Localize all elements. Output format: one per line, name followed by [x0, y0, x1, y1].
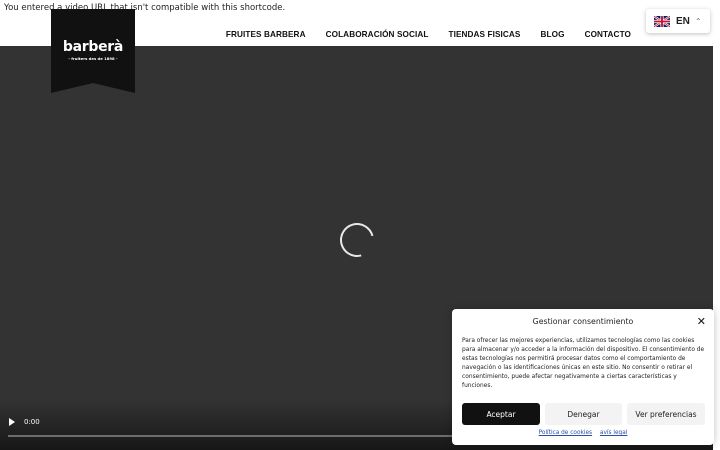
cookie-policy-link[interactable]: Política de cookies [539, 430, 592, 436]
video-progress-bar[interactable] [8, 435, 452, 437]
loading-spinner-icon [333, 216, 381, 264]
site-logo[interactable]: barberà - fruiters des de 1898 - [51, 9, 135, 93]
nav-item-colaboracion-social[interactable]: COLABORACIÓN SOCIAL [326, 30, 429, 39]
main-nav: FRUITES BARBERA COLABORACIÓN SOCIAL TIEN… [206, 30, 631, 39]
nav-item-contacto[interactable]: CONTACTO [585, 30, 631, 39]
consent-title: Gestionar consentimiento [532, 317, 634, 326]
play-icon[interactable] [9, 418, 15, 426]
uk-flag-icon [654, 15, 670, 27]
cookie-consent-dialog: Gestionar consentimiento ✕ Para ofrecer … [452, 309, 714, 445]
deny-button[interactable]: Denegar [545, 403, 622, 425]
view-preferences-button[interactable]: Ver preferencias [627, 403, 705, 425]
consent-body-text: Para ofrecer las mejores experiencias, u… [462, 338, 705, 389]
logo-tagline: - fruiters des de 1898 - [68, 56, 118, 61]
nav-item-fruites-barbera[interactable]: FRUITES BARBERA [226, 30, 306, 39]
consent-links: Política de cookies avís legal [452, 430, 714, 436]
logo-name: barberà [62, 39, 124, 55]
accept-button[interactable]: Aceptar [462, 403, 540, 425]
nav-item-tiendas-fisicas[interactable]: TIENDAS FISICAS [448, 30, 520, 39]
legal-notice-link[interactable]: avís legal [600, 430, 627, 436]
language-switcher[interactable]: EN ⌃ [646, 9, 710, 33]
close-icon[interactable]: ✕ [697, 315, 706, 328]
video-url-notice: You entered a video URL that isn't compa… [4, 3, 286, 13]
video-time: 0:00 [24, 418, 40, 426]
nav-item-blog[interactable]: BLOG [541, 30, 565, 39]
language-code: EN [676, 15, 690, 27]
chevron-up-icon: ⌃ [694, 16, 702, 26]
